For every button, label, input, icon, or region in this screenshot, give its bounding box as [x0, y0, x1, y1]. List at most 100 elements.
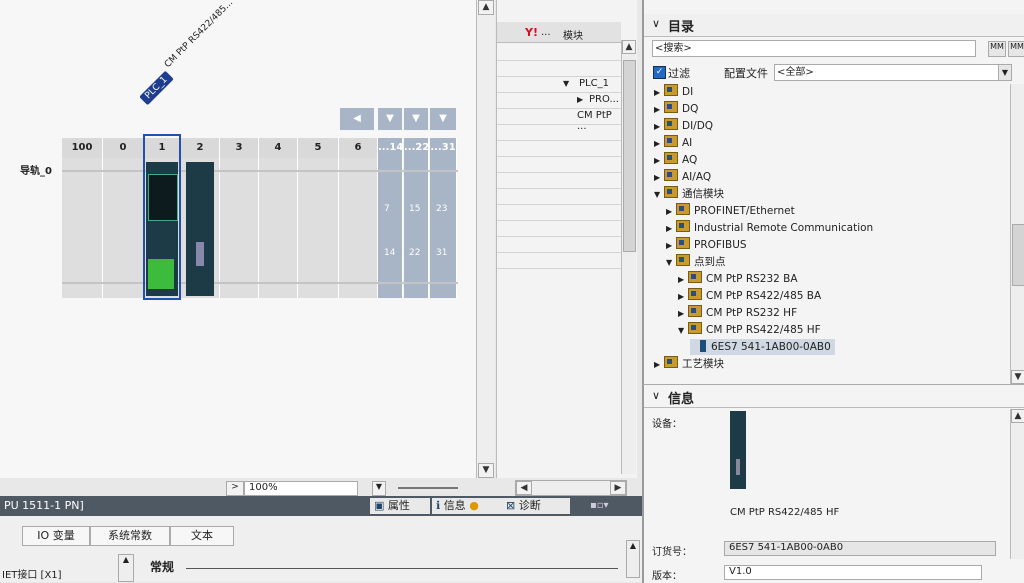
expand-arrow[interactable]: ▶ — [577, 95, 583, 104]
expanded-arrow-icon[interactable]: ▼ — [654, 187, 664, 203]
catalog-folder-item[interactable]: ▶ CM PtP RS232 BA — [678, 271, 798, 287]
overview-row[interactable]: ▼ PLC_1 — [497, 76, 621, 93]
filter-checkbox[interactable]: ✓ — [653, 66, 666, 79]
expand-arrow[interactable]: ▼ — [563, 79, 569, 88]
overview-scrollbar[interactable]: ▲ — [621, 40, 636, 474]
collapsed-arrow-icon[interactable]: ▶ — [654, 102, 664, 118]
tab-info[interactable]: ℹ 信息 ● — [432, 498, 504, 514]
collapsed-arrow-icon[interactable]: ▶ — [666, 221, 676, 237]
tab-diagnostics[interactable]: ⊠ 诊断 — [502, 498, 570, 514]
overview-item-pro[interactable]: PRO... — [589, 94, 619, 105]
rack-vertical-scrollbar[interactable]: ▲ ▼ — [476, 0, 495, 478]
profile-select[interactable]: <全部> — [774, 64, 1002, 81]
scroll-up-button[interactable]: ▲ — [478, 0, 494, 15]
collapse-arrow-left[interactable]: ◀ — [340, 108, 374, 130]
slot-ext-3[interactable] — [430, 158, 457, 298]
order-number-field[interactable]: 6ES7 541-1AB00-0AB0 — [724, 541, 996, 556]
slot-ext-2[interactable] — [404, 158, 429, 298]
collapsed-arrow-icon[interactable]: ▶ — [666, 238, 676, 254]
scroll-up-button[interactable]: ▲ — [622, 40, 636, 54]
nav-scroll-up[interactable]: ▲ — [118, 554, 134, 582]
collapsed-arrow-icon[interactable]: ▶ — [654, 357, 664, 373]
module-tag[interactable]: CM PtP RS422/485... — [163, 0, 235, 70]
collapsed-arrow-icon[interactable]: ▶ — [654, 85, 664, 101]
scroll-up-button[interactable]: ▲ — [1011, 409, 1024, 423]
expand-arrow-2[interactable]: ▼ — [404, 108, 428, 130]
search-next-icon[interactable]: ⅯⅯ — [988, 41, 1006, 57]
catalog-folder-item[interactable]: ▶ 工艺模块 — [654, 356, 724, 372]
collapsed-arrow-icon[interactable]: ▶ — [666, 204, 676, 220]
catalog-folder-item[interactable]: ▶ Industrial Remote Communication — [666, 220, 873, 236]
scroll-thumb[interactable] — [623, 60, 636, 252]
subtab-system-constants[interactable]: 系统常数 — [90, 526, 170, 546]
catalog-folder-item[interactable]: ▼ 点到点 — [666, 254, 726, 270]
scroll-right-button[interactable]: ▶ — [610, 481, 626, 495]
expand-arrow-3[interactable]: ▼ — [430, 108, 456, 130]
catalog-scrollbar[interactable]: ▼ — [1010, 84, 1024, 384]
slot-5[interactable] — [298, 158, 339, 298]
tab-properties[interactable]: ▣ 属性 — [370, 498, 430, 514]
collapsed-arrow-icon[interactable]: ▶ — [654, 136, 664, 152]
overview-row[interactable]: ▶ PRO... — [497, 92, 621, 109]
overview-item-plc[interactable]: PLC_1 — [579, 78, 609, 89]
expanded-arrow-icon[interactable]: ▼ — [678, 323, 688, 339]
collapsed-arrow-icon[interactable]: ▶ — [678, 272, 688, 288]
device-view-canvas[interactable]: PLC_1 CM PtP RS422/485... ◀ ▼ ▼ ▼ 100 0 … — [0, 0, 476, 496]
slot-100[interactable] — [62, 158, 103, 298]
props-scroll-up[interactable]: ▲ — [626, 540, 640, 578]
catalog-folder-item[interactable]: ▼ CM PtP RS422/485 HF — [678, 322, 821, 338]
catalog-folder-item[interactable]: ▼ 通信模块 — [654, 186, 724, 202]
catalog-folder-item[interactable]: ▶ AI/AQ — [654, 169, 711, 185]
plc-tag[interactable]: PLC_1 — [139, 70, 174, 106]
subtab-texts[interactable]: 文本 — [170, 526, 234, 546]
search-prev-icon[interactable]: ⅯⅯ — [1008, 41, 1024, 57]
catalog-folder-item[interactable]: ▶ DI — [654, 84, 693, 100]
catalog-folder-item[interactable]: ▶ CM PtP RS232 HF — [678, 305, 797, 321]
scroll-down-button[interactable]: ▼ — [1011, 370, 1024, 384]
slot-ext-1[interactable] — [378, 158, 403, 298]
version-select[interactable]: V1.0 — [724, 565, 982, 580]
slot-0[interactable] — [103, 158, 144, 298]
collapsed-arrow-icon[interactable]: ▶ — [678, 289, 688, 305]
device-overview-panel[interactable]: Y! ... 模块 ▼ PLC_1 ▶ PRO... CM PtP ... ▲ … — [496, 0, 637, 496]
catalog-folder-item[interactable]: ▶ DI/DQ — [654, 118, 713, 134]
catalog-module-item[interactable]: 6ES7 541-1AB00-0AB0 — [690, 339, 835, 355]
collapse-chevron-icon[interactable]: ∨ — [652, 389, 660, 402]
collapsed-arrow-icon[interactable]: ▶ — [654, 119, 664, 135]
subtab-io-vars[interactable]: IO 变量 — [22, 526, 90, 546]
expand-arrow-1[interactable]: ▼ — [378, 108, 402, 130]
slot-3[interactable] — [220, 158, 259, 298]
slot-4[interactable] — [259, 158, 298, 298]
scroll-left-button[interactable]: ◀ — [516, 481, 532, 495]
info-scrollbar[interactable]: ▲ — [1010, 409, 1024, 559]
scroll-thumb[interactable] — [1012, 224, 1024, 286]
zoom-slider[interactable] — [398, 487, 458, 489]
overview-row[interactable]: CM PtP ... — [497, 108, 621, 132]
catalog-folder-item[interactable]: ▶ AI — [654, 135, 692, 151]
catalog-search-input[interactable]: <搜索> — [652, 40, 976, 57]
collapsed-arrow-icon[interactable]: ▶ — [654, 170, 664, 186]
tree-item-label: 工艺模块 — [682, 358, 724, 370]
nav-item-ethernet[interactable]: IET接口 [X1] — [2, 566, 62, 581]
overview-hscroll[interactable]: ◀ ▶ — [515, 480, 627, 496]
collapsed-arrow-icon[interactable]: ▶ — [654, 153, 664, 169]
zoom-dropdown-button[interactable]: > — [226, 481, 244, 496]
zoom-field[interactable]: 100% — [244, 481, 358, 496]
slot-6[interactable] — [339, 158, 378, 298]
catalog-folder-item[interactable]: ▶ PROFINET/Ethernet — [666, 203, 795, 219]
cm-module[interactable] — [186, 162, 214, 296]
catalog-folder-item[interactable]: ▶ DQ — [654, 101, 698, 117]
expanded-arrow-icon[interactable]: ▼ — [666, 255, 676, 271]
panel-controls[interactable]: ▪▫▾ — [590, 500, 609, 511]
catalog-folder-item[interactable]: ▶ CM PtP RS422/485 BA — [678, 288, 821, 304]
catalog-folder-item[interactable]: ▶ PROFIBUS — [666, 237, 747, 253]
info-title-bar[interactable]: ∨ 信息 — [644, 387, 1024, 408]
collapsed-arrow-icon[interactable]: ▶ — [678, 306, 688, 322]
catalog-title-bar[interactable]: ∨ 目录 — [644, 14, 1024, 37]
zoom-select-button[interactable]: ▼ — [372, 481, 386, 496]
catalog-folder-item[interactable]: ▶ AQ — [654, 152, 697, 168]
profile-dropdown-icon[interactable]: ▼ — [998, 64, 1012, 81]
tab-info-label: 信息 — [443, 499, 466, 512]
scroll-down-button[interactable]: ▼ — [478, 463, 494, 478]
collapse-chevron-icon[interactable]: ∨ — [652, 17, 660, 30]
